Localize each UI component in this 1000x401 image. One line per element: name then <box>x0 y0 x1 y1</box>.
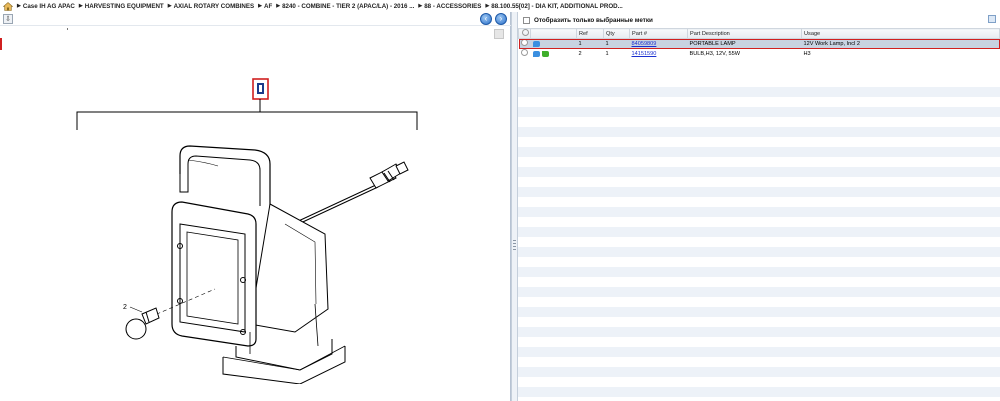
arrow-down-icon: ⇩ <box>5 16 11 23</box>
callout-icon[interactable] <box>257 83 264 94</box>
gear-icon[interactable] <box>522 29 529 36</box>
panel-menu-icon[interactable] <box>988 15 996 23</box>
cart-add-icon[interactable] <box>532 40 540 47</box>
table-row[interactable]: 2 1 14151590 BULB,H3, 12V, 55W H3 <box>518 48 1000 59</box>
qty-cell: 1 <box>603 38 630 49</box>
illustration-panel: ⇩ ‹ › 2 <box>0 12 511 401</box>
column-header-part-number[interactable]: Part # <box>629 28 688 39</box>
breadcrumb-label: 8240 - COMBINE - TIER 2 (APAC/LA) - 2016… <box>282 2 415 10</box>
part-number-cell: 14151590 <box>629 48 688 59</box>
table-header-row: Ref Qty Part # Part Description Usage <box>518 28 1000 39</box>
next-page-button[interactable]: › <box>495 13 507 25</box>
part-number-link[interactable]: 84059809 <box>632 41 657 47</box>
illustration-toolbar: ⇩ ‹ › <box>0 12 511 26</box>
lamp-front <box>171 201 257 347</box>
download-button[interactable]: ⇩ <box>3 14 13 24</box>
part-number-cell: 84059809 <box>629 38 688 49</box>
part-number-link[interactable]: 14151590 <box>632 51 657 57</box>
lamp-handle <box>179 145 271 209</box>
show-selected-label[interactable]: Отобразить только выбранные метки <box>534 17 653 24</box>
column-header-settings[interactable] <box>518 28 531 39</box>
breadcrumb-item-5[interactable]: ▶ 8240 - COMBINE - TIER 2 (APAC/LA) - 201… <box>276 3 414 10</box>
parts-drawing: 2 <box>76 78 418 384</box>
usage-cell: 12V Work Lamp, Incl 2 <box>801 38 1000 49</box>
breadcrumb-item-1[interactable]: ▶ Case IH AG APAC <box>17 3 75 10</box>
arrow-right-icon: ▶ <box>485 3 490 9</box>
breadcrumb: ▶ Case IH AG APAC ▶ HARVESTING EQUIPMENT ▶… <box>0 0 1000 12</box>
callout-number[interactable]: 2 <box>123 304 127 311</box>
gear-icon[interactable] <box>520 49 528 56</box>
breadcrumb-label: 88 - ACCESSORIES <box>424 2 482 10</box>
plug <box>369 161 409 189</box>
arrow-right-icon: ▶ <box>17 3 21 9</box>
substitute-icon[interactable] <box>541 50 549 57</box>
panel-splitter[interactable] <box>511 12 518 401</box>
chevron-left-icon: ‹ <box>484 14 488 23</box>
chevron-right-icon: › <box>499 14 503 23</box>
selection-edge-marker <box>0 38 2 50</box>
filter-bar: Отобразить только выбранные метки <box>518 12 1000 28</box>
scroll-corner[interactable] <box>494 29 504 39</box>
arrow-right-icon: ▶ <box>78 3 83 9</box>
breadcrumb-item-7[interactable]: ▶ 88.100.55[02] - DIA KIT, ADDITIONAL PRO… <box>485 3 622 10</box>
splitter-grip-icon[interactable] <box>513 240 516 252</box>
app-root: ▶ Case IH AG APAC ▶ HARVESTING EQUIPMENT ▶… <box>0 0 1000 401</box>
breadcrumb-label: AF <box>264 2 273 10</box>
breadcrumb-item-6[interactable]: ▶ 88 - ACCESSORIES <box>418 3 481 10</box>
empty-table-area <box>518 77 1000 401</box>
row-icons-cell <box>530 38 577 49</box>
arrow-right-icon: ▶ <box>167 3 172 9</box>
drawing-tick <box>67 28 68 30</box>
gear-icon[interactable] <box>520 39 528 46</box>
description-cell: PORTABLE LAMP <box>687 38 802 49</box>
usage-cell: H3 <box>801 48 1000 59</box>
previous-page-button[interactable]: ‹ <box>480 13 492 25</box>
breadcrumb-item-3[interactable]: ▶ AXIAL ROTARY COMBINES <box>168 3 254 10</box>
cart-add-icon[interactable] <box>532 50 540 57</box>
table-row[interactable]: 1 1 84059809 PORTABLE LAMP 12V Work Lamp… <box>518 38 1000 49</box>
arrow-right-icon: ▶ <box>258 3 262 9</box>
row-settings-cell[interactable] <box>518 48 531 59</box>
row-settings-cell[interactable] <box>518 38 531 49</box>
assembly-bracket <box>76 99 418 130</box>
arrow-right-icon: ▶ <box>276 3 281 9</box>
breadcrumb-label: AXIAL ROTARY COMBINES <box>173 2 255 10</box>
qty-cell: 1 <box>603 48 630 59</box>
breadcrumb-label: Case IH AG APAC <box>22 2 75 10</box>
ref-cell: 1 <box>576 38 604 49</box>
column-header-usage[interactable]: Usage <box>801 28 1000 39</box>
parts-table: Ref Qty Part # Part Description Usage 1 … <box>518 28 1000 59</box>
breadcrumb-label: HARVESTING EQUIPMENT <box>84 2 164 10</box>
show-selected-checkbox[interactable] <box>523 16 530 24</box>
column-header-ref[interactable]: Ref <box>576 28 604 39</box>
column-header-description[interactable]: Part Description <box>687 28 802 39</box>
column-header-icons <box>530 28 577 39</box>
breadcrumb-label: 88.100.55[02] - DIA KIT, ADDITIONAL PROD… <box>491 2 623 10</box>
ref-cell: 2 <box>576 48 604 59</box>
breadcrumb-item-4[interactable]: ▶ AF <box>258 3 272 10</box>
row-icons-cell <box>530 48 577 59</box>
home-icon[interactable] <box>3 1 13 11</box>
parts-list-panel: Отобразить только выбранные метки Ref Qt… <box>518 12 1000 401</box>
column-header-qty[interactable]: Qty <box>603 28 630 39</box>
arrow-right-icon: ▶ <box>418 3 423 9</box>
description-cell: BULB,H3, 12V, 55W <box>687 48 802 59</box>
breadcrumb-item-2[interactable]: ▶ HARVESTING EQUIPMENT <box>79 3 164 10</box>
